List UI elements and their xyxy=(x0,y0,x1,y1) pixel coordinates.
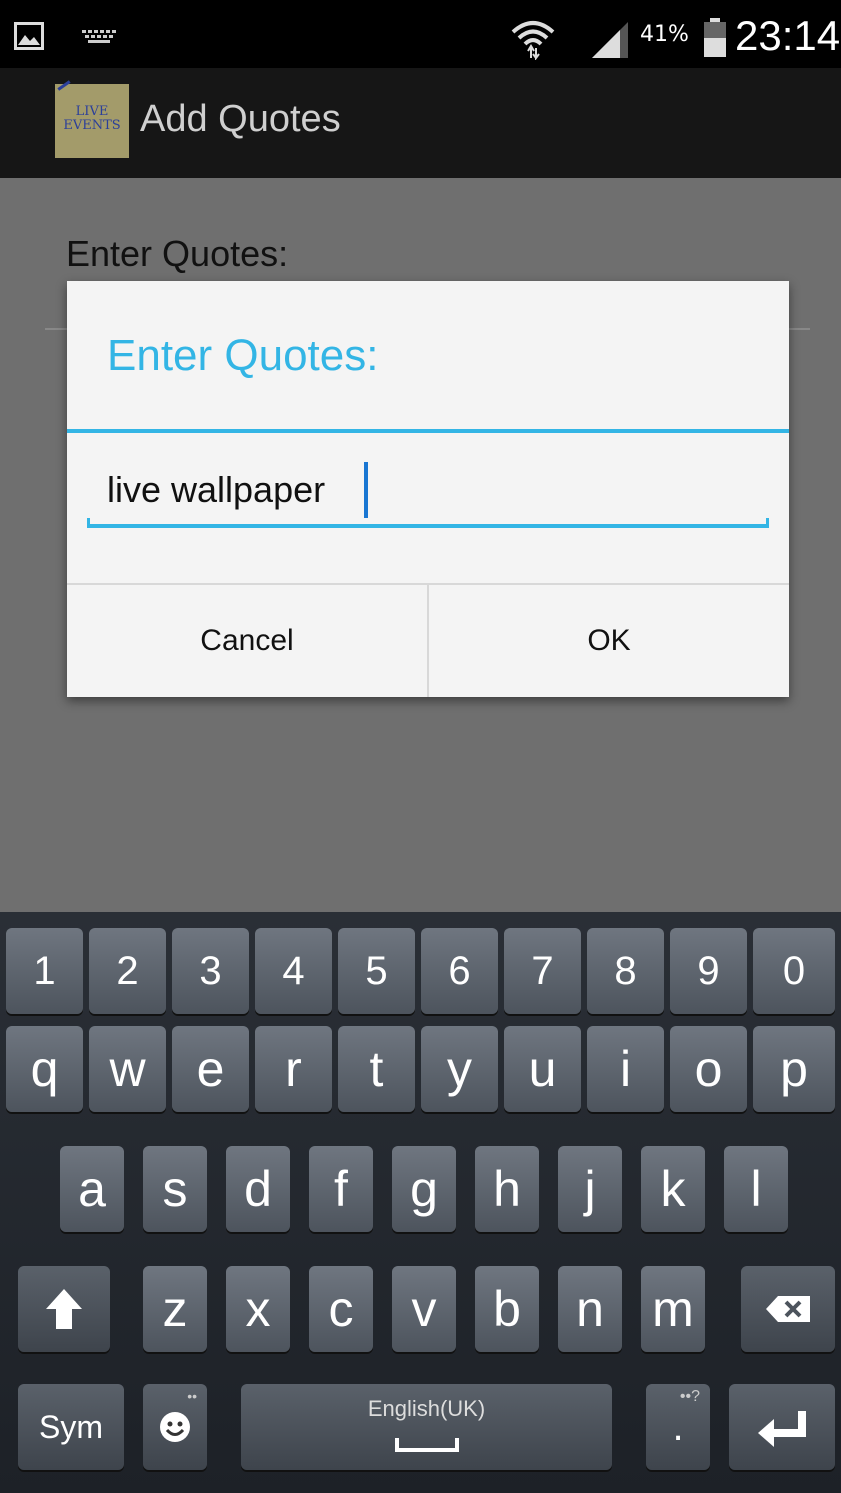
enter-quotes-dialog: Enter Quotes: live wallpaper Cancel OK xyxy=(67,281,789,697)
key-7[interactable]: 7 xyxy=(504,928,581,1014)
key-d[interactable]: d xyxy=(226,1146,290,1232)
key-4[interactable]: 4 xyxy=(255,928,332,1014)
enter-icon xyxy=(758,1411,806,1447)
battery-icon xyxy=(704,18,726,57)
ok-button[interactable]: OK xyxy=(429,585,789,697)
app-title: Add Quotes xyxy=(140,98,341,140)
key-f[interactable]: f xyxy=(309,1146,373,1232)
enter-key[interactable] xyxy=(729,1384,835,1470)
background-label: Enter Quotes: xyxy=(66,233,289,274)
clock: 23:14 xyxy=(735,12,841,59)
key-i[interactable]: i xyxy=(587,1026,664,1112)
key-0[interactable]: 0 xyxy=(753,928,835,1014)
key-j[interactable]: j xyxy=(558,1146,622,1232)
key-r[interactable]: r xyxy=(255,1026,332,1112)
key-v[interactable]: v xyxy=(392,1266,456,1352)
app-logo-line1: LIVE xyxy=(75,104,109,119)
period-alt-hint: ••? xyxy=(679,1388,700,1405)
key-6[interactable]: 6 xyxy=(421,928,498,1014)
dialog-title: Enter Quotes: xyxy=(107,331,379,380)
emoji-key[interactable]: •• xyxy=(143,1384,207,1470)
key-w[interactable]: w xyxy=(89,1026,166,1112)
soft-keyboard: 1 2 3 4 5 6 7 8 9 0 q w e r t y u i o p … xyxy=(0,912,841,1493)
key-x[interactable]: x xyxy=(226,1266,290,1352)
key-o[interactable]: o xyxy=(670,1026,747,1112)
key-p[interactable]: p xyxy=(753,1026,835,1112)
period-key[interactable]: ••? . xyxy=(646,1384,710,1470)
key-t[interactable]: t xyxy=(338,1026,415,1112)
space-language-label: English(UK) xyxy=(367,1396,486,1421)
text-caret xyxy=(364,462,368,518)
key-e[interactable]: e xyxy=(172,1026,249,1112)
key-g[interactable]: g xyxy=(392,1146,456,1232)
key-2[interactable]: 2 xyxy=(89,928,166,1014)
wifi-icon xyxy=(511,21,555,60)
key-k[interactable]: k xyxy=(641,1146,705,1232)
quote-input[interactable]: live wallpaper xyxy=(107,469,325,511)
dialog-title-divider xyxy=(67,429,789,433)
space-key[interactable]: English(UK) xyxy=(241,1384,612,1470)
key-s[interactable]: s xyxy=(143,1146,207,1232)
sym-key[interactable]: Sym xyxy=(18,1384,124,1470)
key-3[interactable]: 3 xyxy=(172,928,249,1014)
app-logo-line2: EVENTS xyxy=(63,118,121,133)
shift-key[interactable] xyxy=(18,1266,110,1352)
key-b[interactable]: b xyxy=(475,1266,539,1352)
key-9[interactable]: 9 xyxy=(670,928,747,1014)
image-icon xyxy=(14,22,44,50)
key-y[interactable]: y xyxy=(421,1026,498,1112)
key-l[interactable]: l xyxy=(724,1146,788,1232)
key-c[interactable]: c xyxy=(309,1266,373,1352)
app-logo[interactable]: LIVE EVENTS xyxy=(55,80,129,158)
key-h[interactable]: h xyxy=(475,1146,539,1232)
key-z[interactable]: z xyxy=(143,1266,207,1352)
battery-percent: 41% xyxy=(640,22,689,47)
status-bar: 41% 23:14 xyxy=(0,0,841,68)
cancel-button[interactable]: Cancel xyxy=(67,585,427,697)
key-q[interactable]: q xyxy=(6,1026,83,1112)
key-a[interactable]: a xyxy=(60,1146,124,1232)
keyboard-icon xyxy=(82,30,116,43)
key-5[interactable]: 5 xyxy=(338,928,415,1014)
key-1[interactable]: 1 xyxy=(6,928,83,1014)
backspace-key[interactable] xyxy=(741,1266,835,1352)
emoji-icon xyxy=(160,1412,190,1442)
input-underline xyxy=(87,518,769,528)
key-8[interactable]: 8 xyxy=(587,928,664,1014)
backspace-icon xyxy=(766,1296,810,1322)
key-m[interactable]: m xyxy=(641,1266,705,1352)
signal-icon xyxy=(592,22,628,58)
shift-icon xyxy=(46,1289,82,1329)
space-icon xyxy=(394,1438,459,1452)
mic-hint: •• xyxy=(187,1388,197,1404)
key-n[interactable]: n xyxy=(558,1266,622,1352)
key-u[interactable]: u xyxy=(504,1026,581,1112)
period-label: . xyxy=(672,1404,684,1449)
